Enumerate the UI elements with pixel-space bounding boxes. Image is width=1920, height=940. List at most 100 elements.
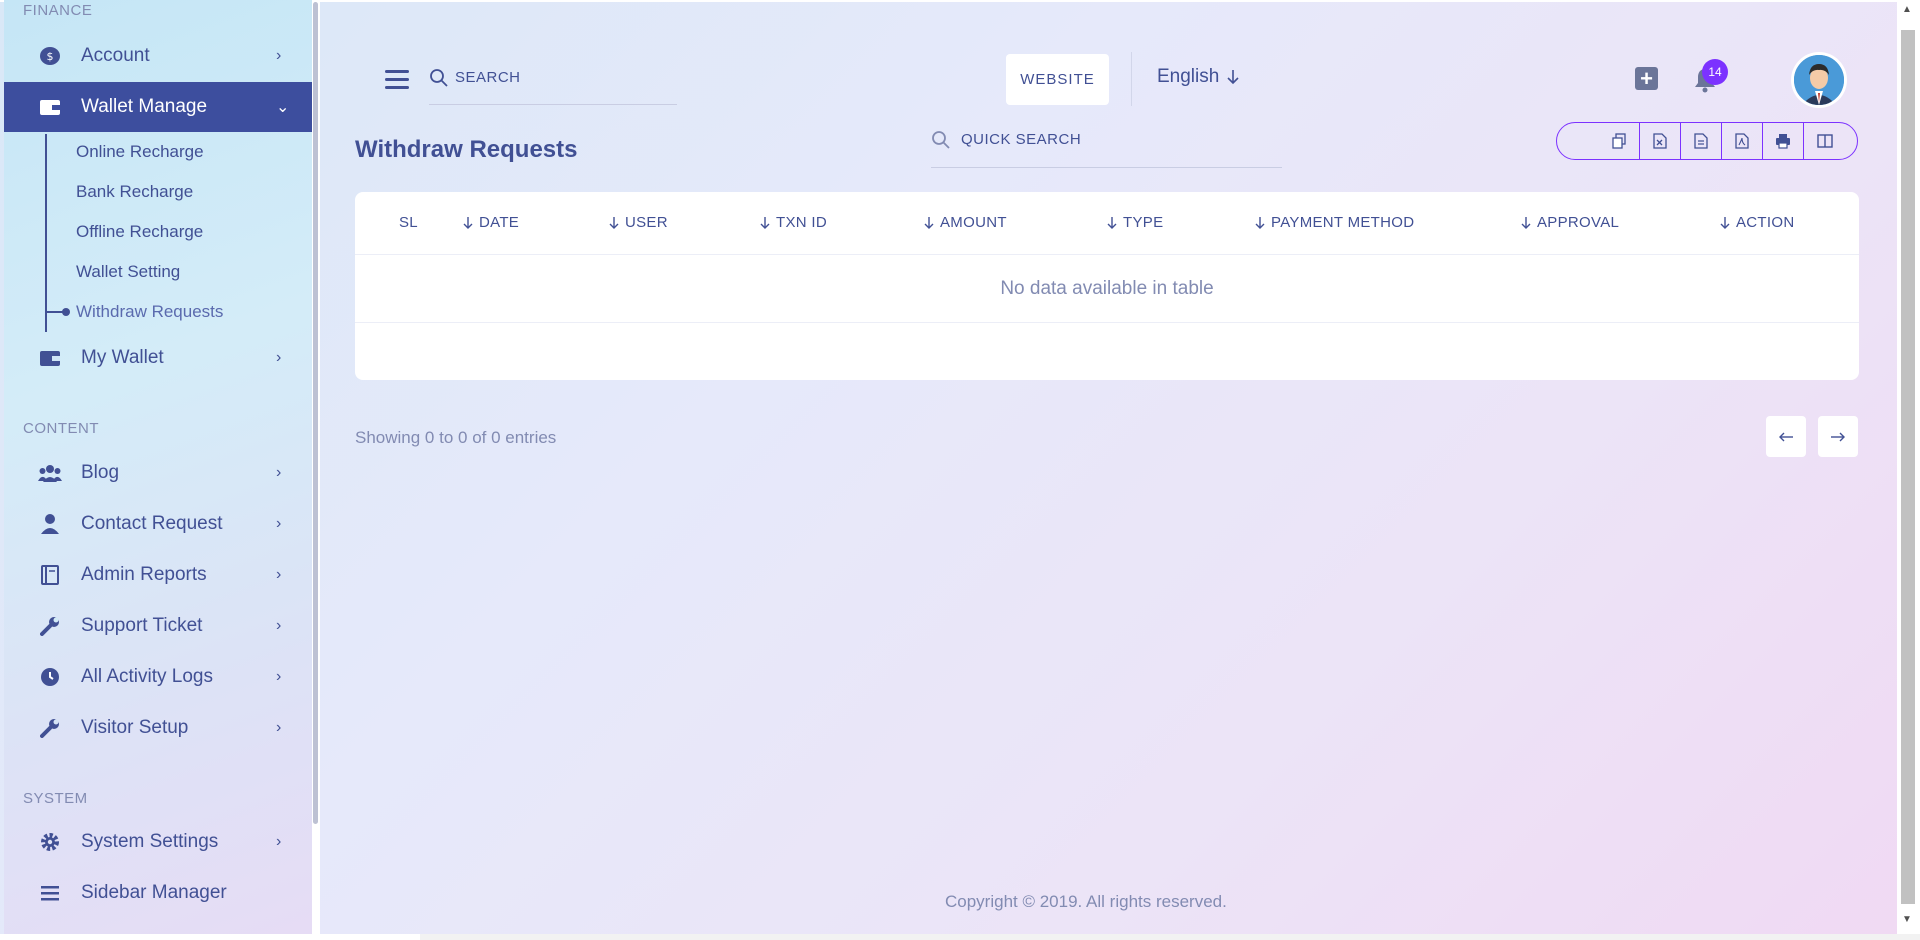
sidebar-item-support-ticket[interactable]: Support Ticket › [4, 601, 312, 651]
active-dot-icon [62, 308, 70, 316]
avatar[interactable] [1791, 52, 1847, 108]
section-label-system: SYSTEM [23, 790, 88, 807]
withdraw-requests-table: SL DATE USER TXN ID AMOUNT TYPE PAYMENT … [355, 192, 1859, 380]
users-icon [38, 461, 62, 485]
chevron-right-icon: › [276, 719, 282, 736]
sidebar-item-contact-request[interactable]: Contact Request › [4, 499, 312, 549]
column-header-action[interactable]: ACTION [1720, 214, 1794, 231]
section-label-content: CONTENT [23, 420, 99, 437]
sidebar-item-sidebar-manager[interactable]: Sidebar Manager [4, 868, 312, 918]
submenu-connector [47, 311, 63, 313]
previous-page-button[interactable] [1766, 416, 1806, 457]
quick-search-input[interactable] [961, 131, 1261, 148]
submenu-item-online-recharge[interactable]: Online Recharge [76, 137, 204, 167]
arrow-right-icon [1831, 432, 1845, 441]
sidebar-item-blog[interactable]: Blog › [4, 448, 312, 498]
column-header-type[interactable]: TYPE [1107, 214, 1163, 231]
sidebar-item-system-settings[interactable]: System Settings › [4, 817, 312, 867]
chevron-right-icon: › [276, 349, 282, 366]
chevron-right-icon: › [276, 566, 282, 583]
list-icon [38, 881, 62, 905]
arrow-down-icon [1720, 216, 1730, 229]
notification-badge: 14 [1702, 59, 1728, 85]
report-icon [38, 563, 62, 587]
sidebar-item-label: My Wallet [81, 347, 164, 368]
search-icon [430, 69, 448, 87]
header-divider [1131, 52, 1132, 106]
file-pdf-icon [1735, 133, 1749, 149]
chevron-right-icon: › [276, 47, 282, 64]
column-header-sl[interactable]: SL [399, 214, 418, 231]
print-button[interactable] [1763, 123, 1804, 159]
empty-table-message: No data available in table [355, 255, 1859, 323]
export-toolbar [1556, 122, 1858, 160]
arrow-left-icon [1779, 432, 1793, 441]
columns-icon [1816, 134, 1833, 148]
submenu-item-wallet-setting[interactable]: Wallet Setting [76, 257, 180, 287]
arrow-down-icon [1107, 216, 1117, 229]
pdf-button[interactable] [1722, 123, 1763, 159]
column-header-amount[interactable]: AMOUNT [924, 214, 1007, 231]
column-header-txn-id[interactable]: TXN ID [760, 214, 827, 231]
file-excel-icon [1653, 133, 1667, 149]
add-button[interactable]: + [1635, 67, 1658, 90]
column-visibility-button[interactable] [1804, 123, 1845, 159]
chevron-right-icon: › [276, 515, 282, 532]
svg-text:$: $ [47, 50, 54, 63]
sidebar-item-visitor-setup[interactable]: Visitor Setup › [4, 703, 312, 753]
sidebar-item-label: All Activity Logs [81, 666, 213, 687]
window-scrollbar[interactable]: ▲ ▼ [1897, 0, 1920, 934]
submenu-item-offline-recharge[interactable]: Offline Recharge [76, 217, 203, 247]
search-icon [932, 131, 950, 149]
submenu-item-withdraw-requests[interactable]: Withdraw Requests [76, 297, 223, 327]
sidebar-item-label: Account [81, 45, 150, 66]
user-icon [38, 512, 62, 536]
sidebar-scrollbar[interactable] [312, 0, 320, 934]
menu-toggle-button[interactable] [385, 70, 409, 90]
arrow-down-icon [1521, 216, 1531, 229]
column-header-payment-method[interactable]: PAYMENT METHOD [1255, 214, 1414, 231]
sidebar-item-label: System Settings [81, 831, 219, 852]
avatar-image [1794, 55, 1844, 105]
sidebar-item-my-wallet[interactable]: My Wallet › [4, 333, 312, 383]
clock-icon [38, 665, 62, 689]
submenu-line [45, 134, 47, 332]
copy-icon [1612, 133, 1626, 149]
submenu-item-bank-recharge[interactable]: Bank Recharge [76, 177, 193, 207]
copy-button[interactable] [1599, 123, 1640, 159]
scroll-up-icon[interactable]: ▲ [1902, 4, 1912, 15]
sidebar-item-label: Wallet Manage [81, 96, 208, 117]
column-header-approval[interactable]: APPROVAL [1521, 214, 1619, 231]
scroll-down-icon[interactable]: ▼ [1902, 914, 1912, 925]
column-header-user[interactable]: USER [609, 214, 668, 231]
arrow-down-icon [760, 216, 770, 229]
printer-icon [1776, 134, 1790, 149]
file-text-icon [1694, 133, 1708, 149]
sidebar-scroll-thumb[interactable] [313, 2, 318, 824]
table-header: SL DATE USER TXN ID AMOUNT TYPE PAYMENT … [355, 192, 1859, 255]
website-button[interactable]: WEBSITE [1006, 54, 1109, 105]
wrench-icon [38, 716, 62, 740]
sidebar-item-account[interactable]: $ Account › [4, 31, 312, 81]
sidebar-item-label: Admin Reports [81, 564, 207, 585]
arrow-down-icon [609, 216, 619, 229]
sidebar-item-admin-reports[interactable]: Admin Reports › [4, 550, 312, 600]
language-label: English [1157, 66, 1220, 87]
window-scroll-thumb[interactable] [1901, 30, 1915, 904]
next-page-button[interactable] [1818, 416, 1858, 457]
page-title: Withdraw Requests [355, 136, 578, 163]
language-selector[interactable]: English [1157, 66, 1239, 88]
sidebar-item-label: Contact Request [81, 513, 223, 534]
excel-button[interactable] [1640, 123, 1681, 159]
column-header-date[interactable]: DATE [463, 214, 519, 231]
pagination-info: Showing 0 to 0 of 0 entries [355, 428, 557, 447]
csv-button[interactable] [1681, 123, 1722, 159]
sidebar-item-activity-logs[interactable]: All Activity Logs › [4, 652, 312, 702]
sidebar: FINANCE $ Account › Wallet Manage ⌄ Onli… [4, 0, 312, 934]
section-label-finance: FINANCE [23, 2, 93, 19]
search-input[interactable] [455, 69, 655, 86]
arrow-down-icon [1255, 216, 1265, 229]
quick-search-box [931, 128, 1282, 168]
sidebar-item-label: Blog [81, 462, 120, 483]
sidebar-item-wallet-manage[interactable]: Wallet Manage ⌄ [4, 82, 312, 132]
